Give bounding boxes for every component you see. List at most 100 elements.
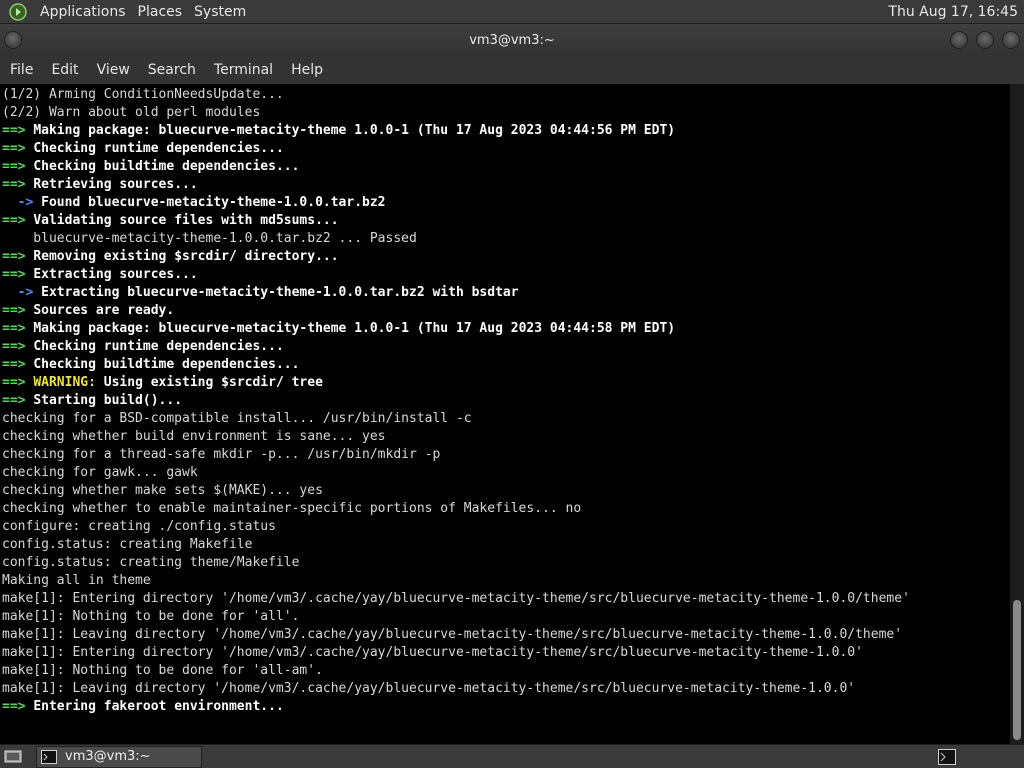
arrow-prefix: ==> — [2, 393, 26, 408]
line-text: Found bluecurve-metacity-theme-1.0.0.tar… — [41, 195, 386, 210]
terminal-line: ==> Making package: bluecurve-metacity-t… — [2, 320, 1010, 338]
minimize-button[interactable] — [950, 31, 968, 49]
line-text: make[1]: Leaving directory '/home/vm3/.c… — [2, 681, 856, 696]
line-text: Validating source files with md5sums... — [33, 213, 339, 228]
arrow-prefix: ==> — [2, 249, 26, 264]
line-text: Using existing $srcdir/ tree — [95, 375, 323, 390]
warning-label: WARNING: — [33, 375, 96, 390]
terminal-line: checking whether build environment is sa… — [2, 428, 1010, 446]
show-desktop-icon[interactable] — [2, 747, 24, 767]
terminal-line: -> Extracting bluecurve-metacity-theme-1… — [2, 284, 1010, 302]
menu-view[interactable]: View — [89, 56, 138, 84]
line-text: checking for a thread-safe mkdir -p... /… — [2, 447, 441, 462]
line-text: checking for gawk... gawk — [2, 465, 198, 480]
terminal-line: config.status: creating theme/Makefile — [2, 554, 1010, 572]
panel-menu-applications[interactable]: Applications — [34, 0, 132, 24]
taskbar-window-button[interactable]: vm3@vm3:~ — [36, 745, 202, 768]
panel-menu-system[interactable]: System — [188, 0, 252, 24]
window-title: vm3@vm3:~ — [469, 32, 555, 48]
terminal-line: ==> Checking buildtime dependencies... — [2, 158, 1010, 176]
terminal-icon — [41, 749, 57, 764]
arrow-prefix: ==> — [2, 375, 26, 390]
line-text: config.status: creating Makefile — [2, 537, 253, 552]
terminal-line: make[1]: Leaving directory '/home/vm3/.c… — [2, 626, 1010, 644]
line-text: make[1]: Leaving directory '/home/vm3/.c… — [2, 627, 903, 642]
terminal-line: configure: creating ./config.status — [2, 518, 1010, 536]
arrow-prefix: ==> — [2, 339, 26, 354]
line-text: Retrieving sources... — [33, 177, 198, 192]
line-text: Making package: bluecurve-metacity-theme… — [33, 321, 676, 336]
terminal-line: make[1]: Entering directory '/home/vm3/.… — [2, 590, 1010, 608]
menubar: File Edit View Search Terminal Help — [0, 56, 1024, 84]
line-text: config.status: creating theme/Makefile — [2, 555, 300, 570]
terminal-line: bluecurve-metacity-theme-1.0.0.tar.bz2 .… — [2, 230, 1010, 248]
line-text: Checking buildtime dependencies... — [33, 357, 300, 372]
terminal-line: (1/2) Arming ConditionNeedsUpdate... — [2, 86, 1010, 104]
terminal-line: make[1]: Entering directory '/home/vm3/.… — [2, 644, 1010, 662]
arrow-prefix: ==> — [2, 699, 26, 714]
line-text: Checking runtime dependencies... — [33, 141, 284, 156]
terminal-line: ==> Making package: bluecurve-metacity-t… — [2, 122, 1010, 140]
scrollbar-thumb[interactable] — [1013, 600, 1021, 740]
line-text: (1/2) Arming ConditionNeedsUpdate... — [2, 87, 284, 102]
line-text: checking whether build environment is sa… — [2, 429, 386, 444]
menu-help[interactable]: Help — [283, 56, 331, 84]
arrow-prefix: ==> — [2, 177, 26, 192]
line-text: make[1]: Entering directory '/home/vm3/.… — [2, 645, 863, 660]
line-text: Checking runtime dependencies... — [33, 339, 284, 354]
menu-terminal[interactable]: Terminal — [206, 56, 281, 84]
menu-file[interactable]: File — [2, 56, 41, 84]
line-text: configure: creating ./config.status — [2, 519, 276, 534]
line-text: make[1]: Nothing to be done for 'all'. — [2, 609, 300, 624]
terminal-line: ==> Checking runtime dependencies... — [2, 140, 1010, 158]
sub-arrow-prefix: -> — [2, 195, 34, 210]
window-titlebar[interactable]: vm3@vm3:~ — [0, 24, 1024, 56]
terminal-line: ==> Checking runtime dependencies... — [2, 338, 1010, 356]
terminal-line: ==> Removing existing $srcdir/ directory… — [2, 248, 1010, 266]
line-text: Making package: bluecurve-metacity-theme… — [33, 123, 676, 138]
arrow-prefix: ==> — [2, 213, 26, 228]
terminal-icon[interactable] — [936, 747, 958, 767]
arrow-prefix: ==> — [2, 123, 26, 138]
top-panel: Applications Places System Thu Aug 17, 1… — [0, 0, 1024, 24]
line-text: Sources are ready. — [33, 303, 175, 318]
arrow-prefix: ==> — [2, 303, 26, 318]
arrow-prefix: ==> — [2, 159, 26, 174]
menu-search[interactable]: Search — [140, 56, 204, 84]
terminal-output[interactable]: (1/2) Arming ConditionNeedsUpdate... (2/2… — [0, 84, 1010, 744]
close-button[interactable] — [1002, 31, 1020, 49]
arrow-prefix: ==> — [2, 357, 26, 372]
terminal-line: checking for a BSD-compatible install...… — [2, 410, 1010, 428]
line-text: checking whether to enable maintainer-sp… — [2, 501, 582, 516]
panel-clock[interactable]: Thu Aug 17, 16:45 — [888, 4, 1024, 20]
terminal-line: -> Found bluecurve-metacity-theme-1.0.0.… — [2, 194, 1010, 212]
menu-edit[interactable]: Edit — [43, 56, 86, 84]
terminal-line: ==> Starting build()... — [2, 392, 1010, 410]
bottom-taskbar: vm3@vm3:~ — [0, 744, 1024, 768]
terminal-line: ==> Validating source files with md5sums… — [2, 212, 1010, 230]
terminal-line: ==> WARNING: Using existing $srcdir/ tre… — [2, 374, 1010, 392]
line-text: make[1]: Entering directory '/home/vm3/.… — [2, 591, 910, 606]
terminal-scrollbar[interactable] — [1010, 84, 1024, 744]
line-text: Extracting bluecurve-metacity-theme-1.0.… — [41, 285, 519, 300]
terminal-line: Making all in theme — [2, 572, 1010, 590]
line-text: make[1]: Nothing to be done for 'all-am'… — [2, 663, 323, 678]
terminal-line: (2/2) Warn about old perl modules — [2, 104, 1010, 122]
arrow-prefix: ==> — [2, 321, 26, 336]
window-menu-button[interactable] — [4, 31, 22, 49]
terminal-line: ==> Entering fakeroot environment... — [2, 698, 1010, 716]
terminal-line: ==> Extracting sources... — [2, 266, 1010, 284]
terminal-line: ==> Sources are ready. — [2, 302, 1010, 320]
panel-menu-places[interactable]: Places — [132, 0, 189, 24]
terminal-line: checking for a thread-safe mkdir -p... /… — [2, 446, 1010, 464]
line-text: Making all in theme — [2, 573, 151, 588]
line-text: (2/2) Warn about old perl modules — [2, 105, 261, 120]
maximize-button[interactable] — [976, 31, 994, 49]
line-text: checking whether make sets $(MAKE)... ye… — [2, 483, 323, 498]
terminal-line: checking whether to enable maintainer-sp… — [2, 500, 1010, 518]
line-text: Entering fakeroot environment... — [33, 699, 284, 714]
foot-logo-icon[interactable] — [8, 2, 28, 22]
line-text: Checking buildtime dependencies... — [33, 159, 300, 174]
arrow-prefix: ==> — [2, 141, 26, 156]
line-text: checking for a BSD-compatible install...… — [2, 411, 472, 426]
